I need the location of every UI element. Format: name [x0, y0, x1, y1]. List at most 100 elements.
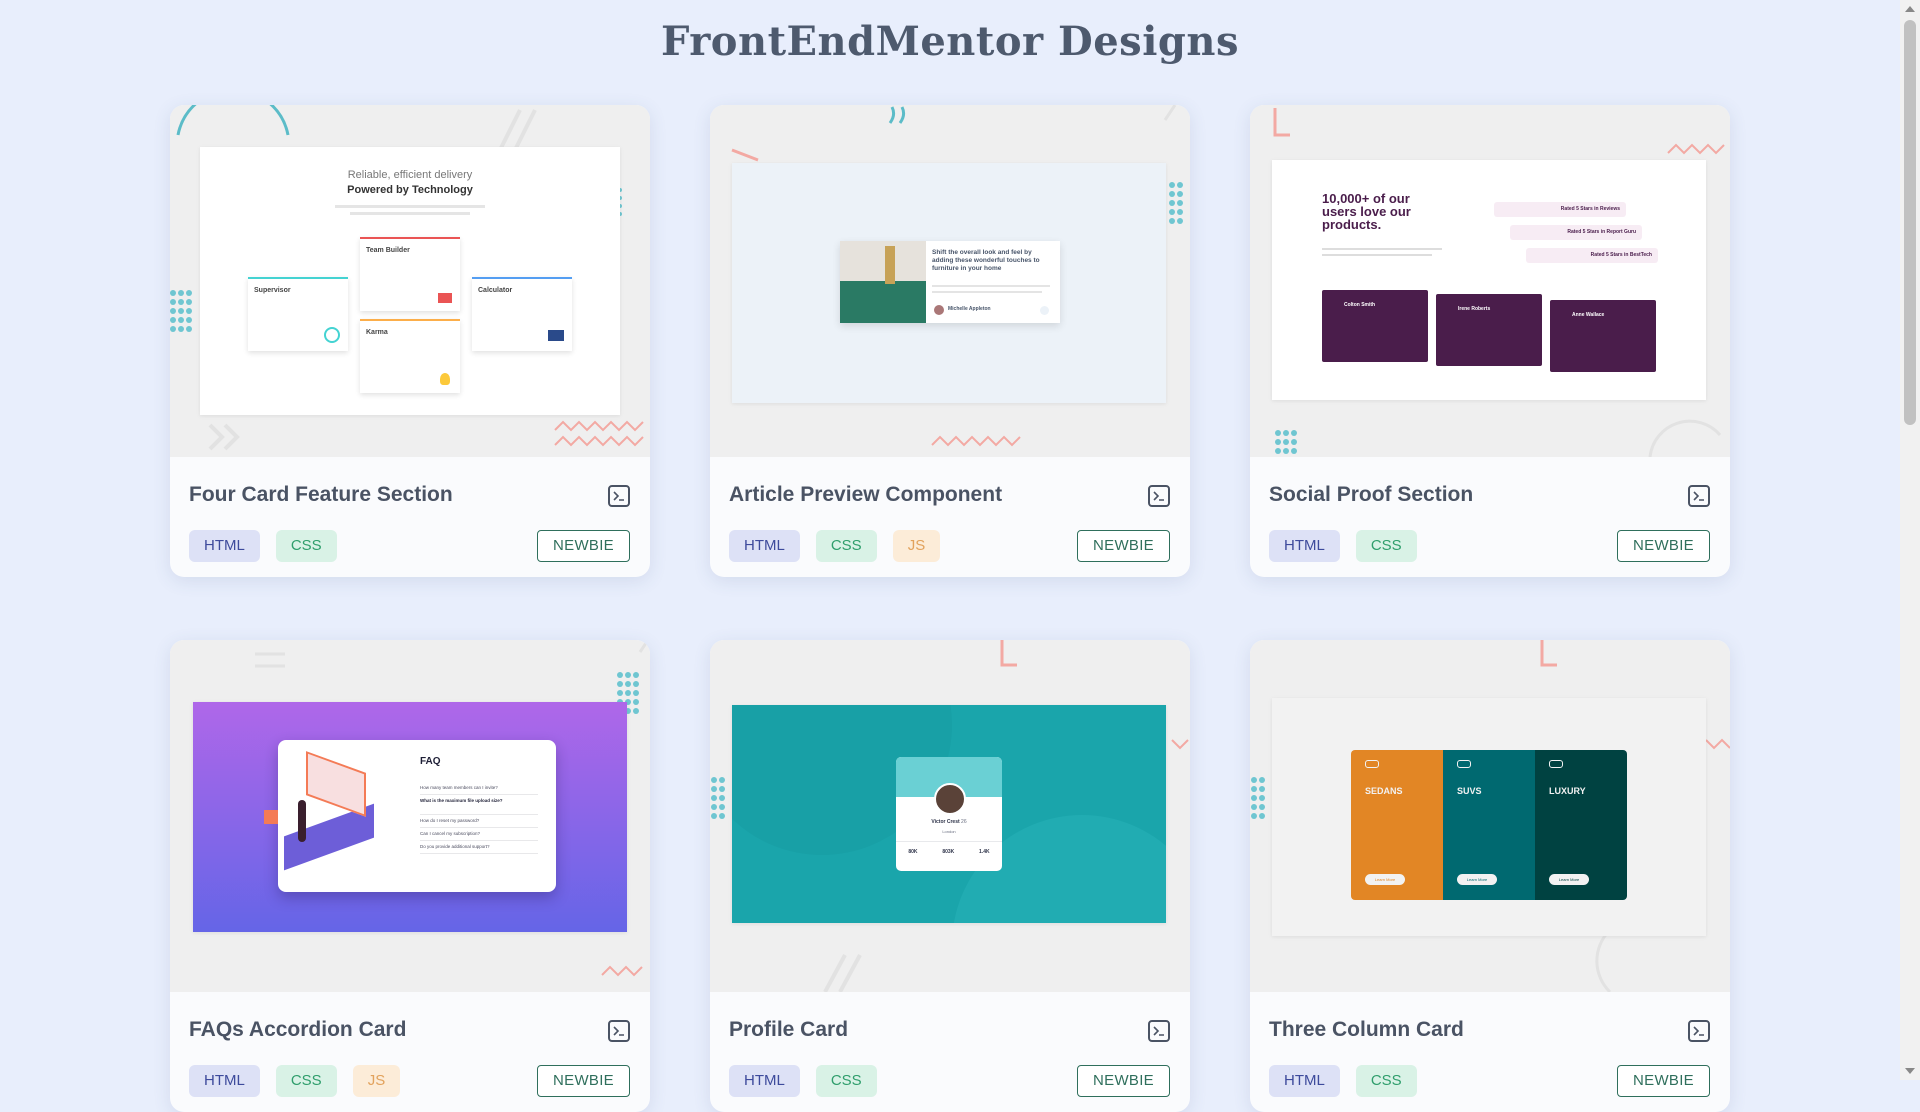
tag-js: JS — [352, 1065, 401, 1097]
testimonial-card: Anne Wallace — [1550, 300, 1656, 372]
rating-badge: Rated 5 Stars in BestTech — [1526, 248, 1658, 263]
profile-mini-card: Victor Crest 26 London 80K 803K 1.4K — [896, 757, 1002, 871]
card-preview-image[interactable]: Reliable, efficient delivery Powered by … — [170, 105, 650, 457]
profile-stat: 1.4K — [979, 849, 990, 855]
card-preview-image[interactable]: FAQ How many team members can I invite? … — [170, 640, 650, 992]
card-title[interactable]: Social Proof Section — [1269, 483, 1473, 507]
tag-list: HTML CSS — [729, 1065, 877, 1097]
tag-list: HTML CSS — [1269, 530, 1417, 562]
faq-screenshot: FAQ How many team members can I invite? … — [193, 702, 627, 932]
profile-stat: 80K — [908, 849, 918, 855]
tag-css: CSS — [1355, 530, 1417, 562]
card-title[interactable]: Profile Card — [729, 1018, 848, 1042]
tag-list: HTML CSS JS — [729, 530, 941, 562]
profile-screenshot: Victor Crest 26 London 80K 803K 1.4K — [732, 705, 1166, 923]
preview-card-label: Team Builder — [366, 247, 410, 254]
author-name: Michelle Appleton — [948, 306, 991, 312]
preview-card-label: Calculator — [478, 287, 513, 294]
scroll-up-arrow-icon[interactable] — [1905, 6, 1915, 12]
level-badge[interactable]: NEWBIE — [1617, 530, 1710, 562]
preview-heading-light: Reliable, efficient delivery — [347, 169, 473, 181]
card-preview-image[interactable]: SEDANS Learn More SUVS Learn More LUXURY… — [1250, 640, 1730, 992]
testimonial-name: Irene Roberts — [1458, 306, 1491, 312]
scroll-down-arrow-icon[interactable] — [1905, 1068, 1915, 1074]
magnifier-icon — [324, 327, 340, 343]
tag-list: HTML CSS — [1269, 1065, 1417, 1097]
faq-question: What is the maximum file upload size? — [420, 795, 538, 815]
preview-heading-bold: Powered by Technology — [347, 184, 473, 196]
learn-more-button: Learn More — [1457, 874, 1497, 885]
tag-html: HTML — [1269, 530, 1340, 562]
testimonial-name: Anne Wallace — [1572, 312, 1605, 318]
testimonial-name: Colton Smith — [1344, 302, 1376, 308]
testimonial-card: Irene Roberts — [1436, 294, 1542, 366]
project-card-four-card[interactable]: Reliable, efficient delivery Powered by … — [170, 105, 650, 577]
monitor-icon — [548, 330, 564, 341]
faq-question: Do you provide additional support? — [420, 841, 538, 854]
column-sedans: SEDANS Learn More — [1351, 750, 1443, 900]
card-title[interactable]: FAQs Accordion Card — [189, 1018, 406, 1042]
profile-name: Victor Crest — [931, 819, 960, 825]
level-badge[interactable]: NEWBIE — [537, 530, 630, 562]
article-headline: Shift the overall look and feel by addin… — [932, 249, 1040, 272]
article-mini-card: Shift the overall look and feel by addin… — [840, 241, 1060, 323]
tag-html: HTML — [189, 530, 260, 562]
column-title: SUVS — [1457, 786, 1482, 796]
page-title: FrontEndMentor Designs — [661, 18, 1239, 65]
testimonial-card: Colton Smith — [1322, 290, 1428, 362]
three-column-mini-card: SEDANS Learn More SUVS Learn More LUXURY… — [1351, 750, 1627, 900]
lightbulb-icon — [440, 373, 450, 385]
terminal-icon[interactable] — [608, 485, 630, 507]
project-card-article-preview[interactable]: Shift the overall look and feel by addin… — [710, 105, 1190, 577]
level-badge[interactable]: NEWBIE — [1077, 1065, 1170, 1097]
faq-question: Can I cancel my subscription? — [420, 828, 538, 841]
car-icon — [1457, 760, 1471, 768]
learn-more-button: Learn More — [1365, 874, 1405, 885]
level-badge[interactable]: NEWBIE — [1617, 1065, 1710, 1097]
card-title[interactable]: Article Preview Component — [729, 483, 1002, 507]
card-preview-image[interactable]: Shift the overall look and feel by addin… — [710, 105, 1190, 457]
preview-card-supervisor: Supervisor — [248, 277, 348, 351]
terminal-icon[interactable] — [1688, 485, 1710, 507]
faq-question: How many team members can I invite? — [420, 782, 538, 795]
avatar — [934, 305, 944, 315]
terminal-icon[interactable] — [1688, 1020, 1710, 1042]
four-card-screenshot: Reliable, efficient delivery Powered by … — [200, 147, 620, 415]
tag-html: HTML — [189, 1065, 260, 1097]
learn-more-button: Learn More — [1549, 874, 1589, 885]
rating-badge: Rated 5 Stars in Reviews — [1494, 202, 1626, 217]
tag-html: HTML — [1269, 1065, 1340, 1097]
preview-card-team-builder: Team Builder — [360, 237, 460, 311]
preview-card-label: Supervisor — [254, 287, 291, 294]
card-preview-image[interactable]: 10,000+ of our users love our products. … — [1250, 105, 1730, 457]
project-card-profile[interactable]: Victor Crest 26 London 80K 803K 1.4K Pro… — [710, 640, 1190, 1112]
column-luxury: LUXURY Learn More — [1535, 750, 1627, 900]
project-card-three-column[interactable]: SEDANS Learn More SUVS Learn More LUXURY… — [1250, 640, 1730, 1112]
rating-badge: Rated 5 Stars in Report Guru — [1510, 225, 1642, 240]
social-proof-screenshot: 10,000+ of our users love our products. … — [1272, 160, 1706, 400]
three-column-screenshot: SEDANS Learn More SUVS Learn More LUXURY… — [1272, 698, 1706, 936]
avatar — [934, 783, 966, 815]
card-title[interactable]: Three Column Card — [1269, 1018, 1464, 1042]
terminal-icon[interactable] — [1148, 1020, 1170, 1042]
card-title[interactable]: Four Card Feature Section — [189, 483, 453, 507]
project-card-faq-accordion[interactable]: FAQ How many team members can I invite? … — [170, 640, 650, 1112]
project-card-social-proof[interactable]: 10,000+ of our users love our products. … — [1250, 105, 1730, 577]
level-badge[interactable]: NEWBIE — [537, 1065, 630, 1097]
tag-css: CSS — [275, 530, 337, 562]
tag-js: JS — [892, 530, 941, 562]
preview-card-label: Karma — [366, 329, 388, 336]
column-suvs: SUVS Learn More — [1443, 750, 1535, 900]
column-title: SEDANS — [1365, 786, 1403, 796]
level-badge[interactable]: NEWBIE — [1077, 530, 1170, 562]
scrollbar-thumb[interactable] — [1904, 20, 1916, 425]
tag-css: CSS — [275, 1065, 337, 1097]
tag-list: HTML CSS JS — [189, 1065, 401, 1097]
profile-stat: 803K — [942, 849, 955, 855]
tag-html: HTML — [729, 530, 800, 562]
vertical-scrollbar[interactable] — [1900, 0, 1920, 1080]
terminal-icon[interactable] — [1148, 485, 1170, 507]
faq-heading: FAQ — [420, 756, 441, 767]
terminal-icon[interactable] — [608, 1020, 630, 1042]
card-preview-image[interactable]: Victor Crest 26 London 80K 803K 1.4K — [710, 640, 1190, 992]
